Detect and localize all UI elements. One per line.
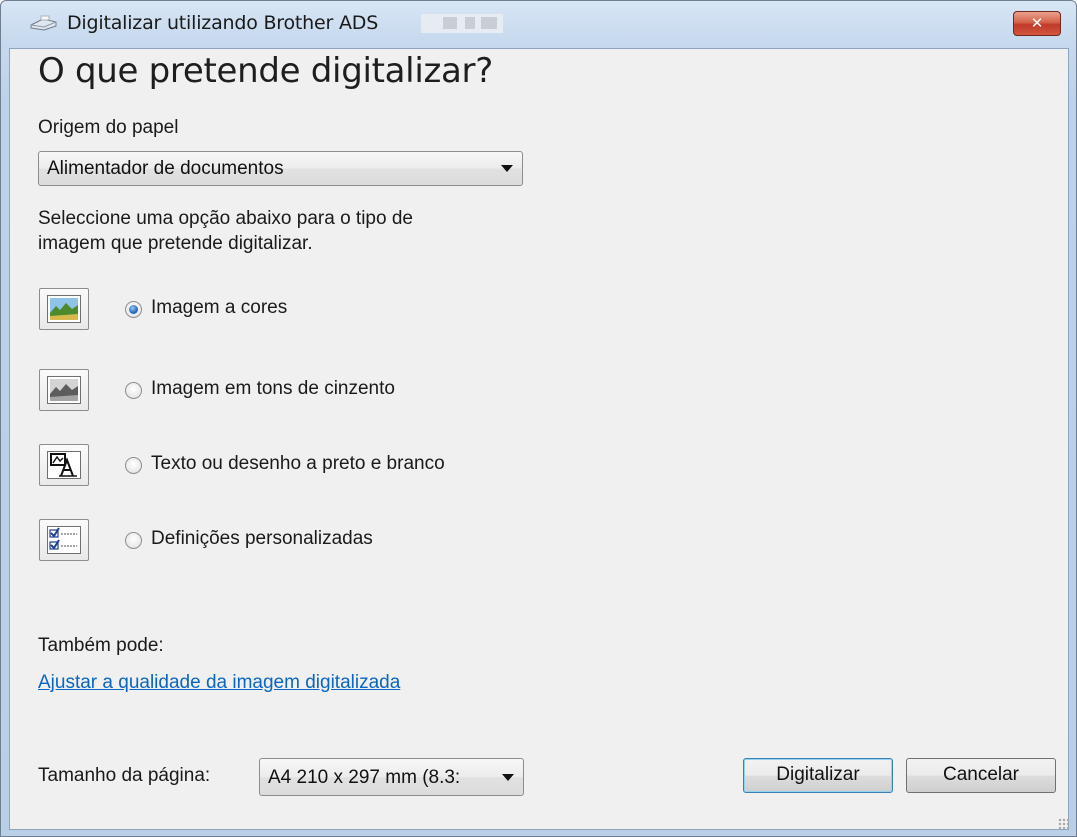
text-drawing-label[interactable]: Texto ou desenho a preto e branco [151,453,445,475]
scanner-icon [30,15,57,31]
close-button[interactable]: ✕ [1013,11,1061,36]
text-drawing-icon [47,451,81,479]
paper-source-label: Origem do papel [38,117,179,138]
grayscale-picture-radio[interactable] [125,382,142,399]
page-title: O que pretende digitalizar? [38,51,493,91]
custom-settings-button[interactable] [39,519,89,561]
instruction-line-2: imagem que pretende digitalizar. [38,233,313,254]
page-size-label: Tamanho da página: [38,765,211,786]
grayscale-picture-button[interactable] [39,369,89,411]
chevron-down-icon [502,774,514,781]
resize-grip[interactable] [1058,818,1070,830]
chevron-down-icon [501,165,513,172]
color-picture-icon [47,295,81,323]
grayscale-picture-label[interactable]: Imagem em tons de cinzento [151,378,395,400]
custom-settings-radio[interactable] [125,532,142,549]
grayscale-picture-icon [47,376,81,404]
paper-source-value: Alimentador de documentos [47,158,284,179]
paper-source-dropdown[interactable]: Alimentador de documentos [38,151,523,186]
redacted-model [421,14,503,33]
text-drawing-radio[interactable] [125,457,142,474]
page-size-value: A4 210 x 297 mm (8.3: [268,767,461,788]
custom-settings-icon [47,526,81,554]
color-picture-button[interactable] [39,288,89,330]
dialog-window: Digitalizar utilizando Brother ADS ✕ O q… [0,0,1077,837]
text-drawing-button[interactable] [39,444,89,486]
window-title: Digitalizar utilizando Brother ADS [67,12,379,34]
title-bar[interactable]: Digitalizar utilizando Brother ADS ✕ [1,1,1076,47]
also-label: Também pode: [38,635,164,656]
cancel-button[interactable]: Cancelar [906,758,1056,793]
instruction-line-1: Seleccione uma opção abaixo para o tipo … [38,208,413,229]
color-picture-label[interactable]: Imagem a cores [151,297,287,319]
adjust-quality-link[interactable]: Ajustar a qualidade da imagem digitaliza… [38,672,400,694]
custom-settings-label[interactable]: Definições personalizadas [151,528,373,550]
page-size-dropdown[interactable]: A4 210 x 297 mm (8.3: [259,758,524,796]
color-picture-radio[interactable] [125,301,142,318]
scan-button[interactable]: Digitalizar [743,758,893,793]
